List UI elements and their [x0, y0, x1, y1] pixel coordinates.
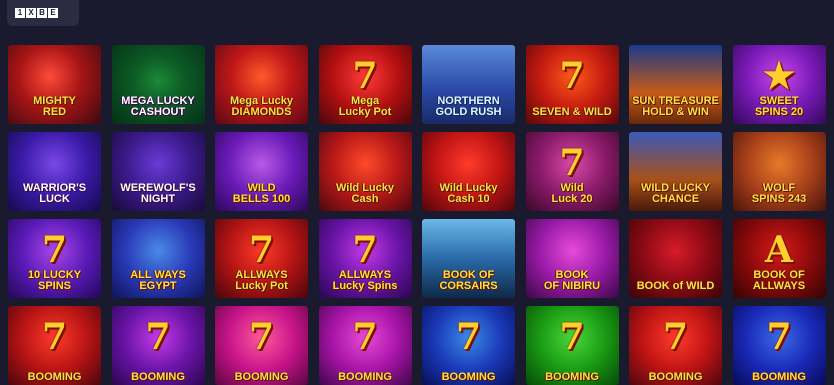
game-tile-symbol: ★ [762, 55, 796, 97]
game-tile[interactable]: 7 BOOMING [422, 306, 515, 385]
game-tile-title: Mega Lucky DIAMONDS [230, 94, 293, 118]
game-tile-symbol: 7 [455, 316, 482, 358]
game-grid: MIGHTY RED MEGA LUCKY CASHOUT Mega Lucky D… [8, 45, 832, 385]
game-tile[interactable]: 7 BOOMING [111, 306, 205, 385]
game-tile[interactable]: 7 Wild Luck 20 [525, 132, 619, 211]
game-tile-symbol: 7 [41, 316, 68, 358]
game-tile-symbol: 7 [559, 55, 585, 97]
game-tile-title: BOOMING [648, 370, 703, 383]
game-tile-title: BOOMING [131, 370, 185, 383]
game-tile-symbol: 7 [145, 316, 171, 358]
game-tile-title: BOOK OF CORSAIRS [439, 268, 498, 292]
game-tile[interactable]: 7 BOOMING [525, 306, 619, 385]
game-tile-title: MEGA LUCKY CASHOUT [121, 94, 195, 118]
game-tile[interactable]: NORTHERN GOLD RUSH [422, 45, 515, 124]
game-tile-title: BOOMING [27, 370, 82, 383]
game-tile-symbol: 7 [352, 316, 378, 358]
game-tile[interactable]: BOOK OF CORSAIRS [422, 219, 515, 298]
game-tile[interactable]: ALL WAYS EGYPT [111, 219, 205, 298]
game-tile-title: Mega Lucky Pot [338, 94, 392, 118]
game-tile[interactable]: 7 BOOMING [215, 306, 308, 385]
game-tile-symbol: 7 [766, 316, 792, 358]
game-tile-title: ALLWAYS Lucky Spins [332, 268, 398, 292]
game-tile-title: WARRIOR'S LUCK [22, 181, 87, 205]
game-tile-symbol: 7 [352, 229, 378, 271]
provider-logo-letter: 1 [15, 8, 25, 18]
game-tile-title: SEVEN & WILD [532, 105, 612, 118]
game-tile-symbol: A [765, 229, 793, 271]
game-tile-symbol: 7 [248, 229, 275, 271]
game-tile-symbol: 7 [559, 316, 585, 358]
provider-tab[interactable]: 1 X B E [7, 0, 79, 26]
game-tile-title: Wild Lucky Cash 10 [439, 181, 498, 205]
game-tile[interactable]: MEGA LUCKY CASHOUT [111, 45, 205, 124]
game-tile-title: ALL WAYS EGYPT [130, 268, 186, 292]
game-tile[interactable]: 7 Mega Lucky Pot [318, 45, 412, 124]
game-tile[interactable]: WILD BELLS 100 [215, 132, 308, 211]
game-tile-title: BOOMING [545, 370, 599, 383]
game-tile[interactable]: 7 BOOMING [732, 306, 826, 385]
game-tile-symbol: 7 [559, 142, 585, 184]
game-tile-title: BOOK of WILD [636, 279, 715, 292]
game-tile[interactable]: 7 BOOMING [318, 306, 412, 385]
game-tile[interactable]: A BOOK OF ALLWAYS [732, 219, 826, 298]
game-tile-symbol: 7 [662, 316, 689, 358]
provider-logo-letter: X [26, 8, 36, 18]
game-tile[interactable]: WARRIOR'S LUCK [8, 132, 101, 211]
game-tile-title: BOOMING [752, 370, 806, 383]
game-tile-title: WILD LUCKY CHANCE [640, 181, 711, 205]
game-tile[interactable]: 7 BOOMING [8, 306, 101, 385]
game-tile[interactable]: 7 BOOMING [629, 306, 722, 385]
game-tile-title: BOOMING [234, 370, 289, 383]
game-tile-title: WOLF SPINS 243 [751, 181, 807, 205]
game-tile[interactable]: 7 ALLWAYS Lucky Pot [215, 219, 308, 298]
game-tile[interactable]: BOOK OF NIBIRU [525, 219, 619, 298]
game-tile-symbol: 7 [41, 229, 68, 271]
game-tile-title: SWEET SPINS 20 [754, 94, 804, 118]
game-tile[interactable]: MIGHTY RED [8, 45, 101, 124]
game-tile-title: SUN TREASURE HOLD & WIN [632, 94, 719, 118]
game-tile[interactable]: ★ SWEET SPINS 20 [732, 45, 826, 124]
game-tile[interactable]: WOLF SPINS 243 [732, 132, 826, 211]
game-tile-title: ALLWAYS Lucky Pot [235, 268, 288, 292]
game-tile-title: Wild Luck 20 [551, 181, 593, 205]
game-tile-title: BOOK OF NIBIRU [543, 268, 601, 292]
provider-logo: 1 X B E [15, 8, 58, 18]
game-tile[interactable]: BOOK of WILD [629, 219, 722, 298]
game-tile-symbol: 7 [248, 316, 275, 358]
game-tile-title: NORTHERN GOLD RUSH [435, 94, 502, 118]
game-tile-title: BOOMING [338, 370, 392, 383]
game-tile[interactable]: Wild Lucky Cash 10 [422, 132, 515, 211]
game-tile[interactable]: 7 10 LUCKY SPINS [8, 219, 101, 298]
game-tile-title: BOOK OF ALLWAYS [752, 268, 806, 292]
game-tile[interactable]: Wild Lucky Cash [318, 132, 412, 211]
game-tile[interactable]: 7 SEVEN & WILD [525, 45, 619, 124]
game-tile[interactable]: WEREWOLF'S NIGHT [111, 132, 205, 211]
game-tile[interactable]: WILD LUCKY CHANCE [629, 132, 722, 211]
game-tile-title: BOOMING [441, 370, 496, 383]
game-tile-title: Wild Lucky Cash [336, 181, 394, 205]
game-tile-symbol: 7 [352, 55, 378, 97]
game-tile[interactable]: Mega Lucky DIAMONDS [215, 45, 308, 124]
game-tile-title: 10 LUCKY SPINS [27, 268, 82, 292]
game-tile-title: WEREWOLF'S NIGHT [120, 181, 196, 205]
game-tile[interactable]: SUN TREASURE HOLD & WIN [629, 45, 722, 124]
provider-logo-letter: E [48, 8, 58, 18]
game-tile-title: MIGHTY RED [33, 94, 76, 118]
game-tile-title: WILD BELLS 100 [232, 181, 291, 205]
game-tile[interactable]: 7 ALLWAYS Lucky Spins [318, 219, 412, 298]
provider-logo-letter: B [37, 8, 47, 18]
